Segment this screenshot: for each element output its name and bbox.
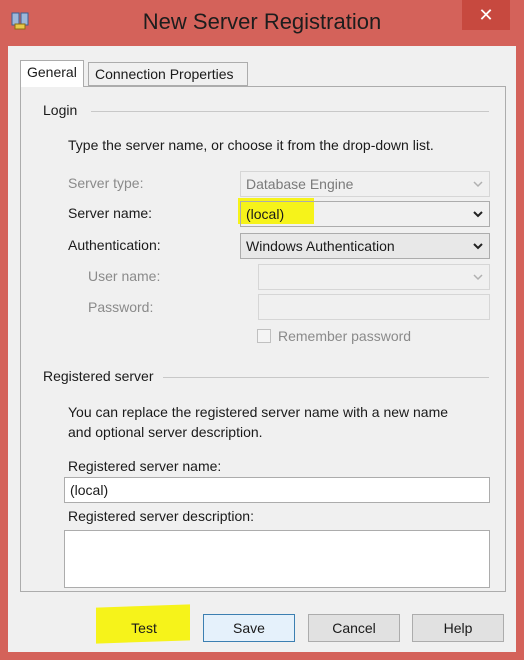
login-group-divider — [91, 111, 489, 112]
user-name-label: User name: — [88, 268, 161, 284]
registered-server-description-input[interactable] — [64, 530, 490, 588]
registered-description-line2: and optional server description. — [68, 424, 263, 440]
tab-connection-properties[interactable]: Connection Properties — [88, 62, 248, 86]
authentication-value: Windows Authentication — [246, 238, 395, 254]
window-title: New Server Registration — [142, 9, 382, 34]
tab-general[interactable]: General — [20, 60, 84, 87]
chevron-down-icon — [473, 274, 483, 281]
registered-server-group-divider — [163, 377, 489, 378]
general-tab-panel: Login Type the server name, or choose it… — [20, 86, 506, 592]
registered-server-group-label: Registered server — [43, 368, 154, 384]
dialog-window: New Server Registration ✕ General Connec… — [0, 0, 524, 660]
remember-password-checkbox — [257, 329, 271, 343]
server-name-value: (local) — [246, 206, 285, 222]
save-button[interactable]: Save — [203, 614, 295, 642]
login-instructions: Type the server name, or choose it from … — [68, 137, 434, 153]
cancel-button[interactable]: Cancel — [308, 614, 400, 642]
dialog-client-area: General Connection Properties Login Type… — [8, 46, 516, 652]
test-button[interactable]: Test — [100, 614, 188, 642]
password-label: Password: — [88, 299, 154, 315]
registered-server-name-label: Registered server name: — [68, 458, 222, 474]
close-button[interactable]: ✕ — [462, 0, 510, 30]
chevron-down-icon[interactable] — [471, 202, 485, 226]
title-bar[interactable]: New Server Registration ✕ — [0, 0, 524, 46]
server-name-combobox[interactable]: (local) — [240, 201, 490, 227]
registered-server-description-label: Registered server description: — [68, 508, 254, 524]
authentication-dropdown[interactable]: Windows Authentication — [240, 233, 490, 259]
login-group-label: Login — [43, 102, 78, 118]
remember-password-label: Remember password — [278, 328, 412, 344]
chevron-down-icon — [473, 181, 483, 188]
registered-description-line1: You can replace the registered server na… — [68, 404, 449, 420]
server-type-value: Database Engine — [246, 176, 354, 192]
server-type-dropdown: Database Engine — [240, 171, 490, 197]
registered-server-name-input[interactable]: (local) — [64, 477, 490, 503]
server-name-label: Server name: — [68, 205, 153, 221]
password-field — [258, 294, 490, 320]
help-button[interactable]: Help — [412, 614, 504, 642]
authentication-label: Authentication: — [68, 237, 161, 253]
server-type-label: Server type: — [68, 175, 144, 191]
chevron-down-icon[interactable] — [471, 234, 485, 258]
user-name-dropdown — [258, 264, 490, 290]
